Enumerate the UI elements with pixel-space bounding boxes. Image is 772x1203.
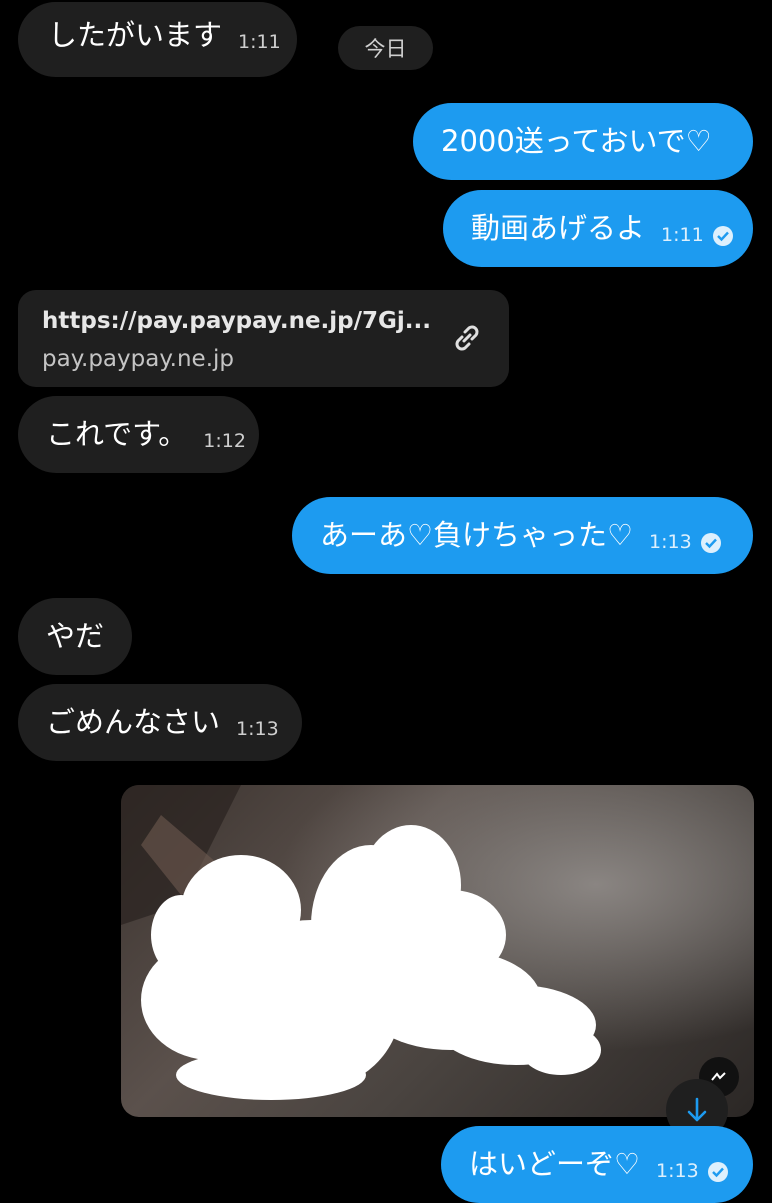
message-text: 動画あげるよ	[471, 211, 646, 245]
message-time: 1:11	[661, 224, 704, 246]
message-text: したがいます	[48, 18, 223, 52]
day-separator: 今日	[338, 26, 433, 70]
message-bubble-outgoing[interactable]: はいどーぞ♡ 1:13	[441, 1126, 753, 1203]
message-bubble-outgoing[interactable]: あーあ♡負けちゃった♡ 1:13	[292, 497, 753, 574]
message-bubble-incoming[interactable]: これです。 1:12	[18, 396, 259, 473]
message-text: あーあ♡負けちゃった♡	[320, 518, 633, 552]
message-bubble-incoming[interactable]: やだ	[18, 598, 132, 675]
check-circle-icon	[712, 225, 733, 246]
media-thumbnail	[121, 785, 754, 1117]
message-time: 1:13	[236, 718, 279, 740]
media-attachment[interactable]	[121, 785, 754, 1117]
message-time: 1:13	[656, 1160, 699, 1182]
message-bubble-outgoing[interactable]: 2000送っておいで♡	[413, 103, 753, 180]
arrow-down-icon	[687, 1097, 707, 1122]
link-preview-card[interactable]: https://pay.paypay.ne.jp/7Gj... pay.payp…	[18, 290, 509, 387]
message-text: やだ	[46, 619, 105, 653]
link-icon	[449, 320, 485, 360]
message-time: 1:12	[203, 430, 246, 452]
message-bubble-incoming[interactable]: したがいます 1:11	[18, 2, 297, 77]
check-circle-icon	[700, 532, 721, 553]
message-text: これです。	[46, 417, 188, 451]
message-text: ごめんなさい	[46, 705, 221, 739]
message-time: 1:13	[649, 531, 692, 553]
message-time: 1:11	[238, 31, 281, 53]
message-bubble-incoming[interactable]: ごめんなさい 1:13	[18, 684, 302, 761]
link-url: https://pay.paypay.ne.jp/7Gj...	[42, 308, 432, 334]
message-bubble-outgoing[interactable]: 動画あげるよ 1:11	[443, 190, 753, 267]
check-circle-icon	[707, 1161, 728, 1182]
message-text: はいどーぞ♡	[469, 1147, 640, 1181]
message-text: 2000送っておいで♡	[441, 124, 712, 158]
link-domain: pay.paypay.ne.jp	[42, 346, 235, 372]
